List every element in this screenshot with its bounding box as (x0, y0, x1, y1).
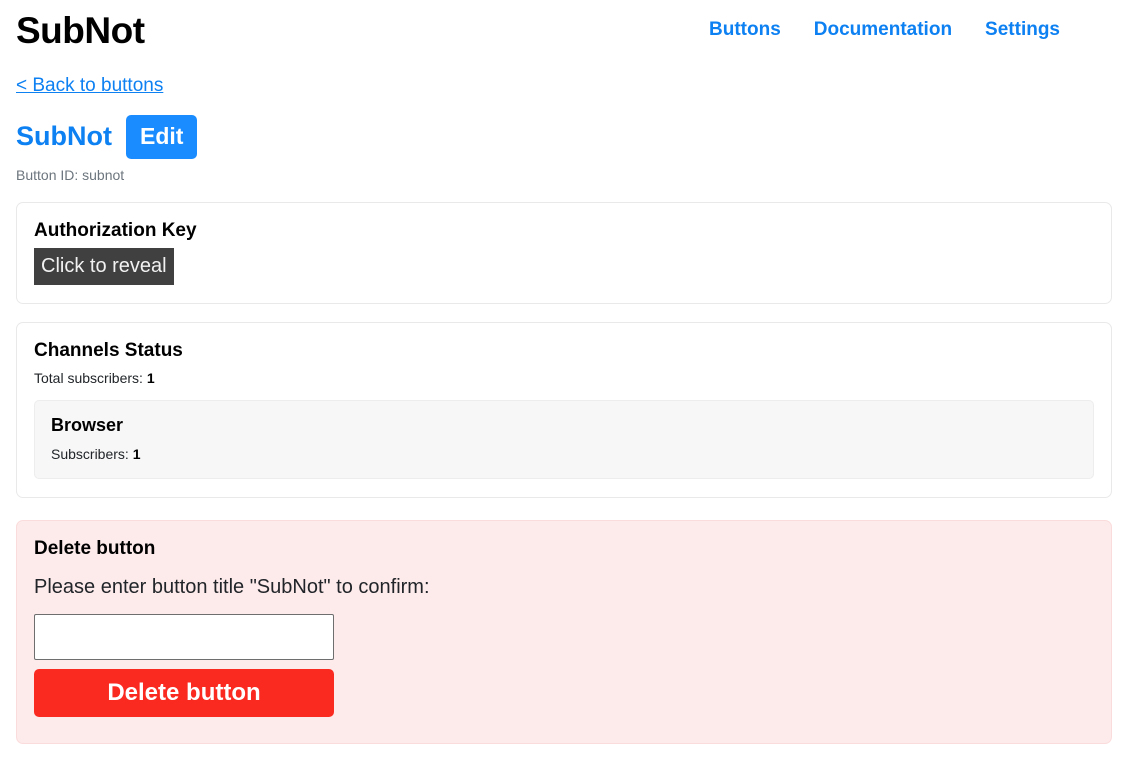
channels-status-title: Channels Status (34, 340, 1094, 363)
authorization-key-card: Authorization Key Click to reveal (16, 202, 1112, 305)
nav-item-documentation[interactable]: Documentation (814, 19, 952, 41)
total-subscribers-value: 1 (147, 370, 155, 386)
total-subscribers-label: Total subscribers: (34, 370, 143, 386)
channel-name: Browser (51, 415, 1077, 437)
nav-item-settings[interactable]: Settings (985, 19, 1060, 41)
channel-subscribers-line: Subscribers: 1 (51, 445, 1077, 463)
delete-button-panel: Delete button Please enter button title … (16, 520, 1112, 744)
page-root: SubNot Buttons Documentation Settings < … (0, 0, 1128, 781)
authorization-key-title: Authorization Key (34, 220, 1094, 243)
channels-status-card: Channels Status Total subscribers: 1 Bro… (16, 322, 1112, 498)
nav-item-buttons[interactable]: Buttons (709, 19, 781, 41)
button-title-row: SubNot Edit (16, 115, 1112, 159)
reveal-key-badge[interactable]: Click to reveal (34, 248, 174, 285)
total-subscribers-line: Total subscribers: 1 (34, 369, 1094, 387)
page-title: SubNot (16, 123, 112, 150)
delete-confirm-instruction: Please enter button title "SubNot" to co… (34, 575, 1094, 599)
delete-confirm-input[interactable] (34, 614, 334, 660)
button-id-label: Button ID: subnot (16, 167, 1112, 184)
main-navigation: Buttons Documentation Settings (709, 19, 1112, 41)
channel-subscribers-value: 1 (133, 446, 141, 462)
site-header: SubNot Buttons Documentation Settings (16, 0, 1112, 58)
delete-button-submit[interactable]: Delete button (34, 669, 334, 717)
delete-panel-heading: Delete button (34, 538, 1094, 561)
back-to-buttons-link[interactable]: < Back to buttons (16, 75, 163, 98)
edit-button[interactable]: Edit (126, 115, 197, 159)
channel-item-browser: Browser Subscribers: 1 (34, 400, 1094, 479)
site-brand: SubNot (16, 12, 145, 49)
channel-subscribers-label: Subscribers: (51, 446, 129, 462)
